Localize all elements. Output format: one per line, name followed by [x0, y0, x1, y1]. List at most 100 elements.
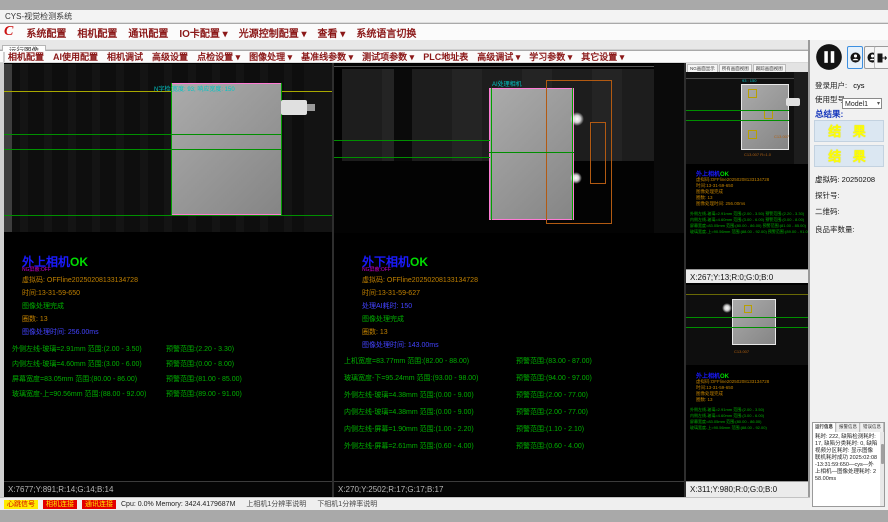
measurement-warn: 预警范围:(83.00 - 87.00) [516, 356, 592, 366]
log-tab-error[interactable]: 错误信息 [861, 423, 884, 432]
camera-link-badge: 相机连接 [43, 500, 77, 509]
green-guideline [686, 327, 808, 328]
pause-icon [815, 43, 843, 71]
mini-measurements: 外侧左线-玻璃=2.91mm 范围:(2.00 - 3.50)内侧左线-玻璃=4… [690, 407, 767, 431]
exit-icon [876, 51, 888, 65]
measurement-value: 内侧左线-屏幕=1.90mm 范围:(1.00 - 2.20) [344, 424, 474, 434]
measurement-row: 屏幕宽度=83.05mm 范围:(80.00 - 86.00) 预警范围:(81… [4, 374, 332, 389]
green-guideline [489, 152, 574, 153]
green-guideline [686, 120, 789, 121]
count-line: 圈数: 13 [22, 314, 48, 324]
pause-button[interactable] [815, 43, 843, 71]
menu-item[interactable]: 系统语言切换 [356, 25, 416, 40]
lower-camera-resolution-link[interactable]: 下相机1分辨率说明 [317, 499, 377, 509]
connector-part [786, 98, 800, 106]
roi-rect-inner [590, 122, 606, 184]
menu-item[interactable]: 光源控制配置 ▾ [239, 25, 307, 40]
window-titlebar: CYS-视觉检测系统 [0, 10, 888, 23]
result-box-1: 结 果 [814, 120, 884, 142]
log-tab-run[interactable]: 运行信息 [813, 423, 836, 432]
measurement-warn: 预警范围:(2.00 - 77.00) [516, 407, 588, 417]
center-camera-panel: AI处理相机 外下相机OK NG屏蔽:OFF 虚拟码: OFFline20250… [334, 63, 684, 497]
measurement-row: 上机宽度=83.77mm 范围:(82.00 - 88.00) 预警范围:(83… [334, 356, 684, 371]
feature-box [744, 305, 752, 313]
probe-label: 探针号: [815, 190, 840, 201]
upper-camera-resolution-link[interactable]: 上相机1分辨率说明 [246, 499, 306, 509]
measurement-warn: 预警范围:(0.60 - 4.00) [516, 441, 584, 451]
mini-info-line: 圈数: 13 [696, 397, 769, 403]
heartbeat-badge: 心跳信号 [4, 500, 38, 509]
toolbar-item[interactable]: AI使用配置 [53, 50, 98, 63]
time-line: 时间:13-31-59-627 [362, 288, 420, 298]
measurement-value: 上机宽度=83.77mm 范围:(82.00 - 88.00) [344, 356, 469, 366]
measurement-row: 玻璃宽度-下=95.24mm 范围:(93.00 - 98.00) 预警范围:(… [334, 373, 684, 388]
left-camera-view[interactable]: N字检:宽度: 93; 响应宽度: 150 [4, 64, 332, 232]
left-overlay-label: N字检:宽度: 93; 响应宽度: 150 [154, 84, 235, 93]
mini-measurement: 玻璃宽度-上=90.56mm 范围:(88.00 - 92.00) 预警范围:(… [690, 229, 808, 235]
menu-item[interactable]: 系统配置 [26, 25, 66, 40]
user-mode-button[interactable] [847, 46, 863, 69]
toolbar-item[interactable]: 基准线参数 ▾ [301, 50, 353, 63]
toolbar-item[interactable]: 其它设置 ▾ [581, 50, 624, 63]
feature-box [764, 110, 773, 119]
green-guideline [4, 134, 282, 135]
center-camera-view[interactable]: AI处理相机 [334, 64, 684, 233]
yield-label: 良品率数量: [815, 224, 855, 235]
log-panel: 运行信息 报警信息 错误信息 耗时: 222, 缺陷检测耗时: 17, 缺陷分类… [812, 422, 885, 507]
toolbar-item[interactable]: 相机配置 [8, 50, 44, 63]
menu-item[interactable]: 查看 ▾ [318, 25, 346, 40]
scene-left-band [4, 64, 12, 232]
green-guideline [4, 215, 332, 216]
reflection-flare [722, 303, 732, 313]
model-value: Model1 [845, 101, 868, 108]
time-line: 时间:13-31-59-650 [22, 288, 80, 298]
toolbar-item[interactable]: 点检设置 ▾ [197, 50, 240, 63]
mini-info-line: 图像处理时间: 256.00ms [696, 201, 769, 207]
measurement-value: 内侧左线-玻璃=4.60mm 范围:(3.00 - 6.00) [12, 359, 142, 369]
done-line: 图像处理完成 [362, 314, 404, 324]
measurement-warn: 预警范围:(2.20 - 3.30) [166, 344, 234, 354]
toolbar-item[interactable]: 高级设置 [152, 50, 188, 63]
scene-right-band [794, 72, 808, 164]
scene-right-band [654, 64, 684, 233]
mini-info-lines: 虚拟码:OFFline20250208133134728时间:13-31-59-… [696, 379, 769, 403]
toolbar-item[interactable]: 相机调试 [107, 50, 143, 63]
log-text: 耗时: 222, 缺陷检测耗时: 17, 缺陷分类耗时: 0, 缺陷视频分区耗时… [813, 432, 884, 485]
measurement-row: 内侧左线-屏幕=1.90mm 范围:(1.00 - 2.20) 预警范围:(1.… [334, 424, 684, 439]
machinery-gap [394, 69, 412, 161]
menu-item[interactable]: 相机配置 [77, 25, 117, 40]
measurement-row: 外侧左线-屏幕=2.61mm 范围:(0.60 - 4.00) 预警范围:(0.… [334, 441, 684, 456]
model-select[interactable]: Model1 ▾ [842, 98, 882, 109]
ng-pixel-readout: X:267;Y:13;R:0;G:0;B:0 [686, 269, 808, 283]
log-tabs: 运行信息 报警信息 错误信息 [813, 423, 884, 432]
sidebar-barcode: 虚拟码: 20250208 [815, 174, 875, 185]
track-pixel-readout: X:311;Y:980;R:0;G:0;B:0 [686, 481, 808, 497]
result-box-2: 结 果 [814, 145, 884, 167]
toolbar-item[interactable]: 学习参数 ▾ [529, 50, 572, 63]
measurement-warn: 预警范围:(89.00 - 91.00) [166, 389, 242, 399]
measurement-value: 玻璃宽度-上=90.56mm 范围:(88.00 - 92.00) [12, 389, 146, 399]
measurement-warn: 预警范围:(94.00 - 97.00) [516, 373, 592, 383]
toolbar-item[interactable]: 图像处理 ▾ [249, 50, 292, 63]
feature-box [748, 130, 757, 139]
ng-camera-view[interactable]: 93 : 150 C13.007 C13.007 R=1.0 [686, 72, 808, 164]
ng-view-tabs: NG画面显示所有画面视图跟踪画面视图 [686, 63, 808, 72]
toolbar-item[interactable]: 测试项参数 ▾ [362, 50, 414, 63]
toolbar-item[interactable]: 高级调试 ▾ [477, 50, 520, 63]
exit-button[interactable] [874, 46, 888, 69]
log-scrollbar-thumb[interactable] [881, 444, 884, 464]
camera-status: OK [70, 255, 88, 269]
log-scrollbar[interactable] [880, 432, 884, 506]
toolbar-item[interactable]: PLC地址表 [423, 50, 468, 63]
control-sidebar: 登录用户: cys 使用型号: Model1 ▾ 总结果: 结 果 结 果 虚拟… [810, 40, 888, 510]
track-camera-view[interactable]: C13.007 [686, 285, 808, 365]
mini-overlay-label: 93 : 150 [742, 78, 756, 83]
menu-item[interactable]: IO卡配置 ▾ [179, 25, 227, 40]
scene-top-line [334, 66, 684, 67]
count-line: 圈数: 13 [362, 327, 388, 337]
center-overlay-label: AI处理相机 [492, 79, 522, 88]
panel-divider [684, 63, 686, 497]
screen-top-margin [0, 0, 888, 10]
menu-item[interactable]: 通讯配置 [128, 25, 168, 40]
log-tab-alarm[interactable]: 报警信息 [837, 423, 860, 432]
